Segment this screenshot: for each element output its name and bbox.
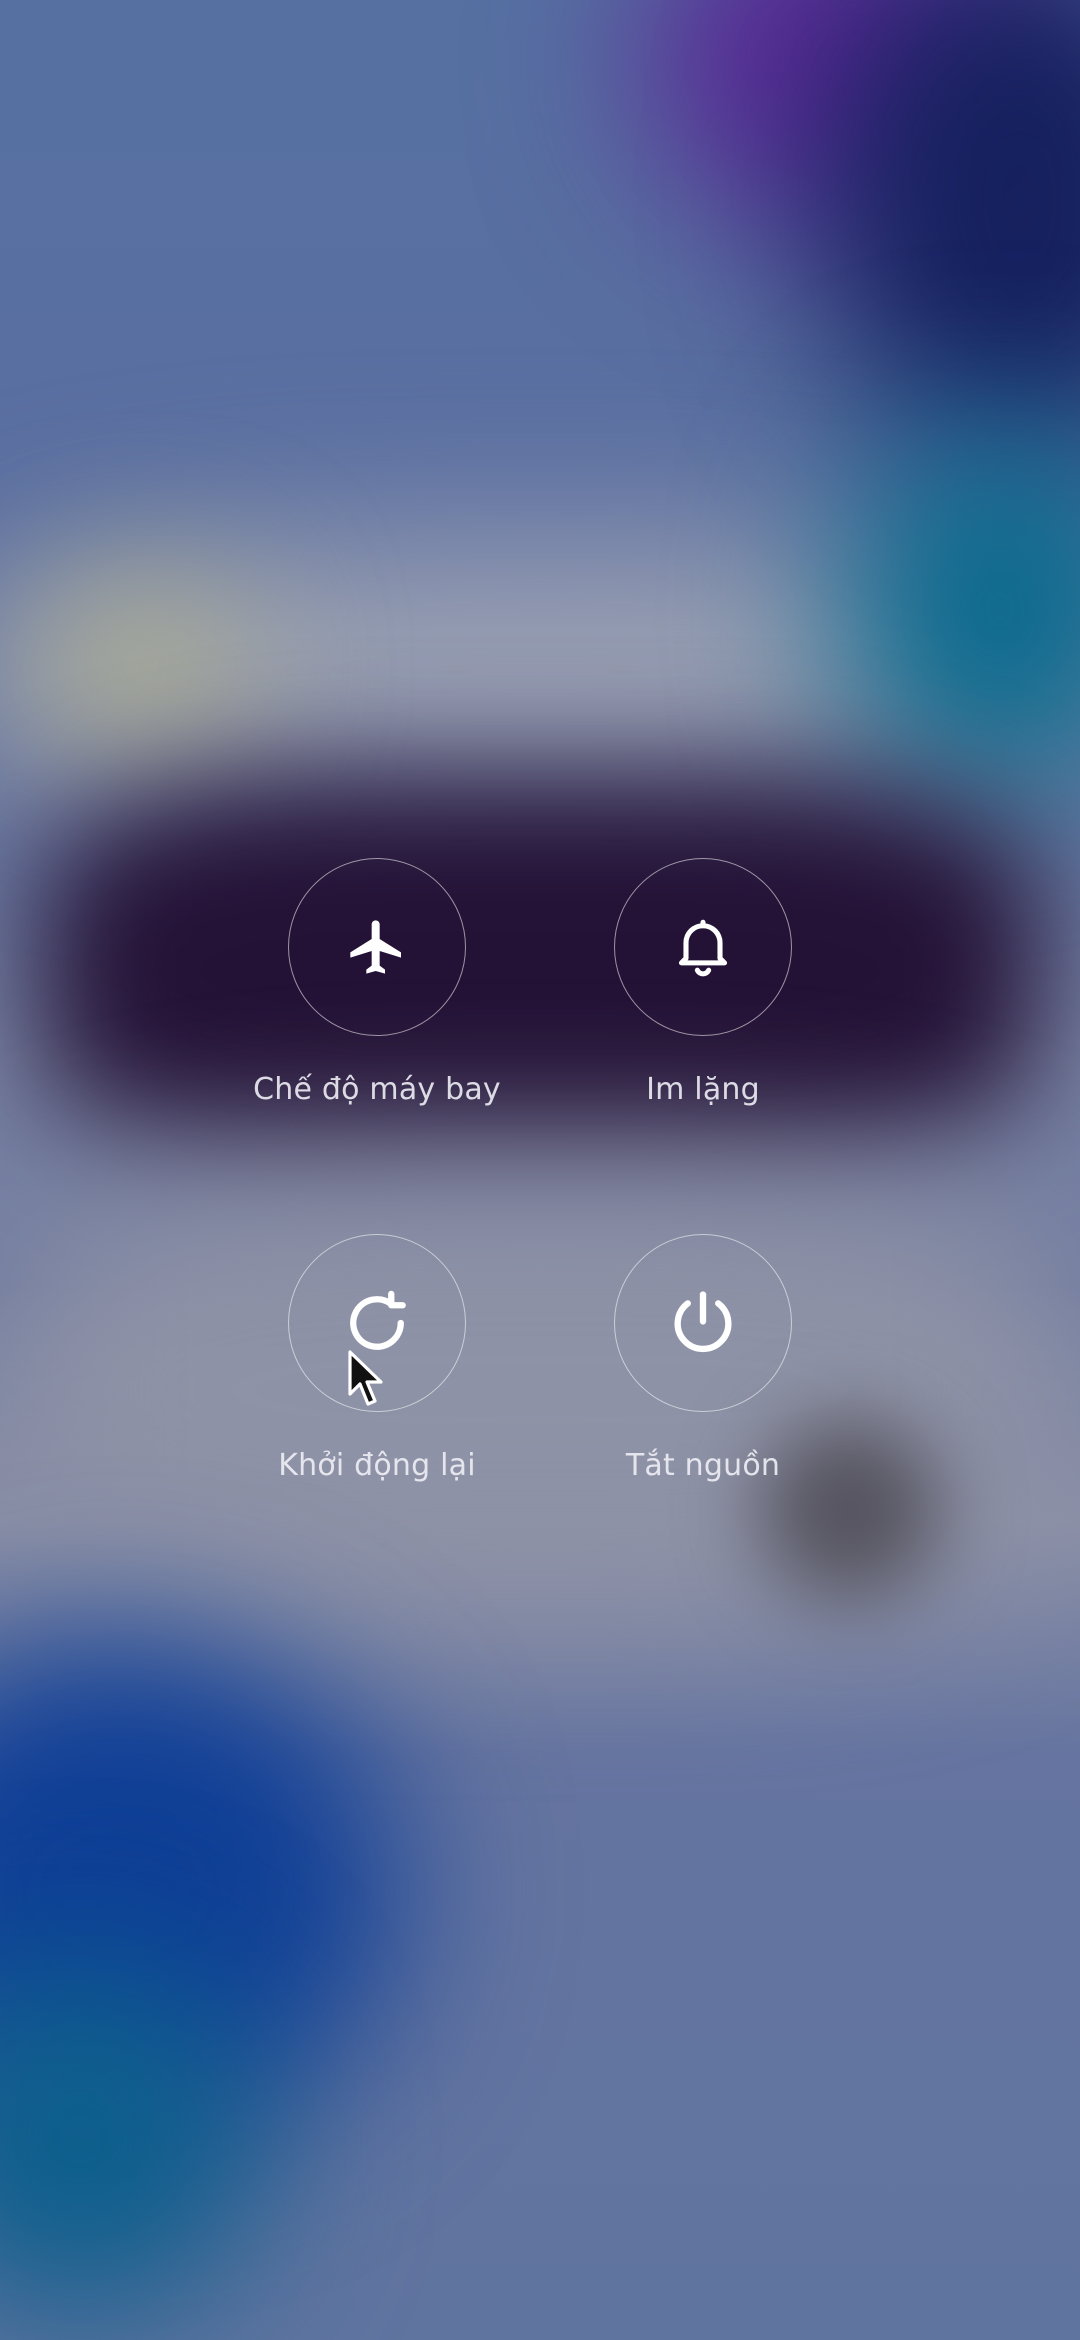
power-off-option[interactable]: Tắt nguồn <box>540 1234 866 1483</box>
mouse-cursor-icon <box>348 1350 383 1406</box>
airplane-mode-option[interactable]: Chế độ máy bay <box>214 858 540 1107</box>
power-off-button[interactable] <box>614 1234 792 1412</box>
silent-label: Im lặng <box>646 1072 760 1107</box>
power-icon <box>674 1291 732 1353</box>
airplane-mode-label: Chế độ máy bay <box>253 1072 501 1107</box>
power-menu: Chế độ máy bay Im lặng Khởi động lại Tắt… <box>0 0 1080 2340</box>
restart-label: Khởi động lại <box>278 1448 476 1483</box>
power-off-label: Tắt nguồn <box>625 1448 781 1483</box>
silent-option[interactable]: Im lặng <box>540 858 866 1107</box>
silent-button[interactable] <box>614 858 792 1036</box>
airplane-mode-button[interactable] <box>288 858 466 1036</box>
bell-icon <box>678 919 728 977</box>
airplane-icon <box>350 920 401 974</box>
